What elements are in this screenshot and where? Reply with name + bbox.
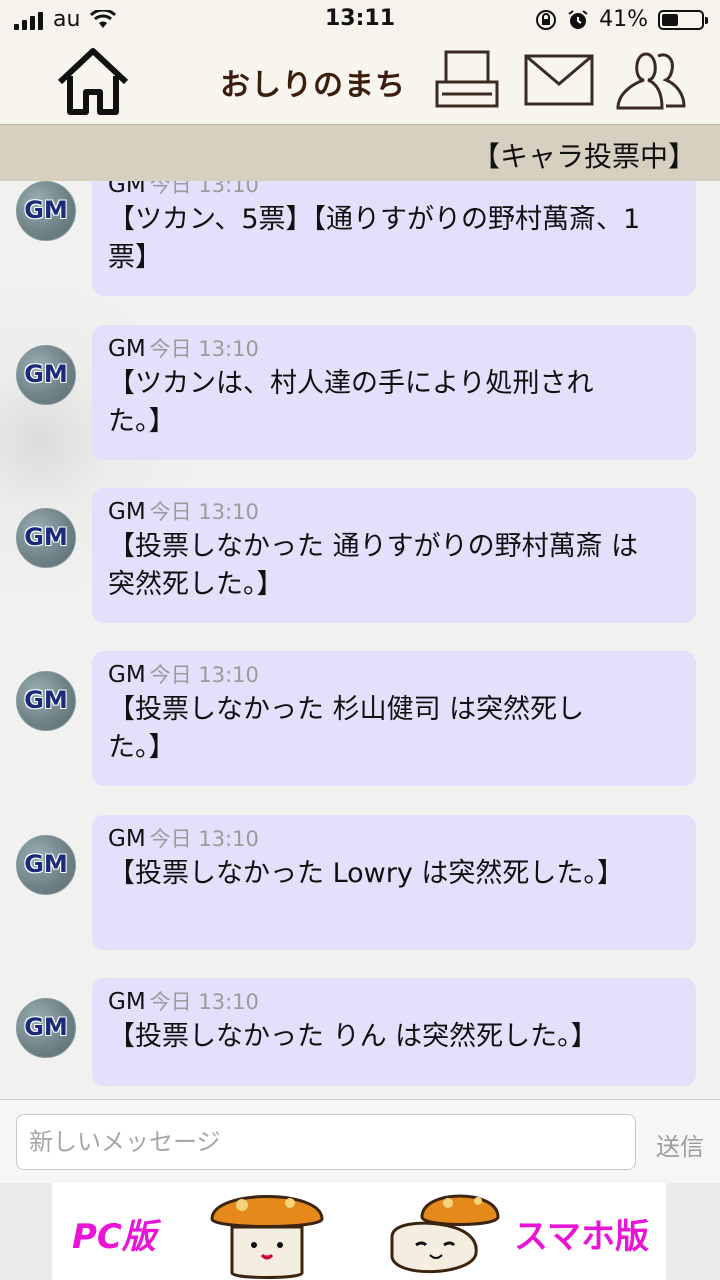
avatar[interactable]: GM bbox=[16, 835, 76, 895]
mushroom-character-icon-2 bbox=[390, 1194, 500, 1274]
message-bubble: GM 今日 13:10 【ツカンは、村人達の手により処刑され た。】 bbox=[92, 325, 696, 460]
message-time: 今日 13:10 bbox=[149, 663, 259, 687]
composer-bar: 送信 bbox=[0, 1099, 720, 1184]
ad-banner[interactable]: PC版 スマホ版 bbox=[52, 1183, 666, 1280]
ad-smartphone-label[interactable]: スマホ版 bbox=[514, 1209, 649, 1258]
message-input[interactable] bbox=[16, 1114, 636, 1170]
message-text: 【投票しなかった 通りすがりの野村萬斎 は突然死した。】 bbox=[108, 531, 639, 600]
mushroom-character-icon bbox=[210, 1195, 324, 1279]
message-item: GM GM 今日 13:10 【投票しなかった Lowry は突然死した。】 bbox=[0, 815, 720, 975]
ad-area: PC版 スマホ版 bbox=[0, 1183, 720, 1280]
users-icon[interactable] bbox=[614, 48, 688, 114]
alarm-icon bbox=[568, 9, 588, 29]
rotation-lock-icon bbox=[536, 9, 557, 30]
message-bubble: GM 今日 13:10 【ツカン、5票】【通りすがりの野村萬斎、1 票】 bbox=[92, 181, 696, 296]
sender-name: GM bbox=[108, 989, 146, 1015]
ad-pc-label[interactable]: PC版 bbox=[72, 1209, 156, 1258]
message-bubble: GM 今日 13:10 【投票しなかった 通りすがりの野村萬斎 は突然死した。】 bbox=[92, 488, 696, 623]
app-title: おしりのまち bbox=[220, 68, 406, 103]
message-time: 今日 13:10 bbox=[149, 827, 259, 851]
message-item: GM GM 今日 13:10 【ツカンは、村人達の手により処刑され た。】 bbox=[0, 325, 720, 485]
sender-name: GM bbox=[108, 499, 146, 525]
message-item: GM GM 今日 13:10 【投票しなかった 通りすがりの野村萬斎 は突然死した… bbox=[0, 488, 720, 648]
battery-percent: 41% bbox=[599, 7, 648, 32]
mail-icon[interactable] bbox=[524, 54, 594, 106]
message-text: 【投票しなかった りん は突然死した。】 bbox=[108, 1021, 598, 1052]
message-text: 【ツカンは、村人達の手により処刑され た。】 bbox=[108, 368, 594, 437]
status-bar: au 13:11 41% bbox=[0, 0, 720, 40]
announcement-banner: 【キャラ投票中】 bbox=[0, 124, 720, 182]
message-item: GM GM 今日 13:10 【投票しなかった 杉山健司 は突然死し た。】 bbox=[0, 651, 720, 811]
message-item: GM GM 今日 13:10 【ツカン、5票】【通りすがりの野村萬斎、1 票】 bbox=[0, 181, 720, 321]
battery-icon bbox=[658, 9, 708, 30]
message-time: 今日 13:10 bbox=[149, 990, 259, 1014]
avatar[interactable]: GM bbox=[16, 998, 76, 1058]
message-bubble: GM 今日 13:10 【投票しなかった 杉山健司 は突然死し た。】 bbox=[92, 651, 696, 786]
message-list[interactable]: GM GM 今日 13:10 【ツカン、5票】【通りすがりの野村萬斎、1 票】 GM… bbox=[0, 181, 720, 1099]
app-header: おしりのまち bbox=[0, 40, 720, 124]
message-text: 【投票しなかった Lowry は突然死した。】 bbox=[108, 858, 624, 889]
send-button[interactable]: 送信 bbox=[650, 1126, 710, 1163]
banner-text: 【キャラ投票中】 bbox=[471, 140, 696, 173]
sender-name: GM bbox=[108, 336, 146, 362]
avatar[interactable]: GM bbox=[16, 508, 76, 568]
message-time: 今日 13:10 bbox=[149, 181, 259, 197]
message-time: 今日 13:10 bbox=[149, 337, 259, 361]
message-text: 【ツカン、5票】【通りすがりの野村萬斎、1 票】 bbox=[108, 204, 641, 273]
avatar[interactable]: GM bbox=[16, 181, 76, 241]
status-right: 41% bbox=[535, 7, 708, 32]
home-icon[interactable] bbox=[56, 46, 130, 116]
sender-name: GM bbox=[108, 662, 146, 688]
message-time: 今日 13:10 bbox=[149, 500, 259, 524]
message-bubble: GM 今日 13:10 【投票しなかった Lowry は突然死した。】 bbox=[92, 815, 696, 950]
avatar[interactable]: GM bbox=[16, 671, 76, 731]
message-text: 【投票しなかった 杉山健司 は突然死し た。】 bbox=[108, 694, 585, 763]
sender-name: GM bbox=[108, 181, 146, 198]
printer-icon[interactable] bbox=[434, 48, 500, 110]
message-item: GM GM 今日 13:10 【投票しなかった りん は突然死した。】 bbox=[0, 978, 720, 1099]
sender-name: GM bbox=[108, 826, 146, 852]
avatar[interactable]: GM bbox=[16, 345, 76, 405]
message-bubble: GM 今日 13:10 【投票しなかった りん は突然死した。】 bbox=[92, 978, 696, 1086]
